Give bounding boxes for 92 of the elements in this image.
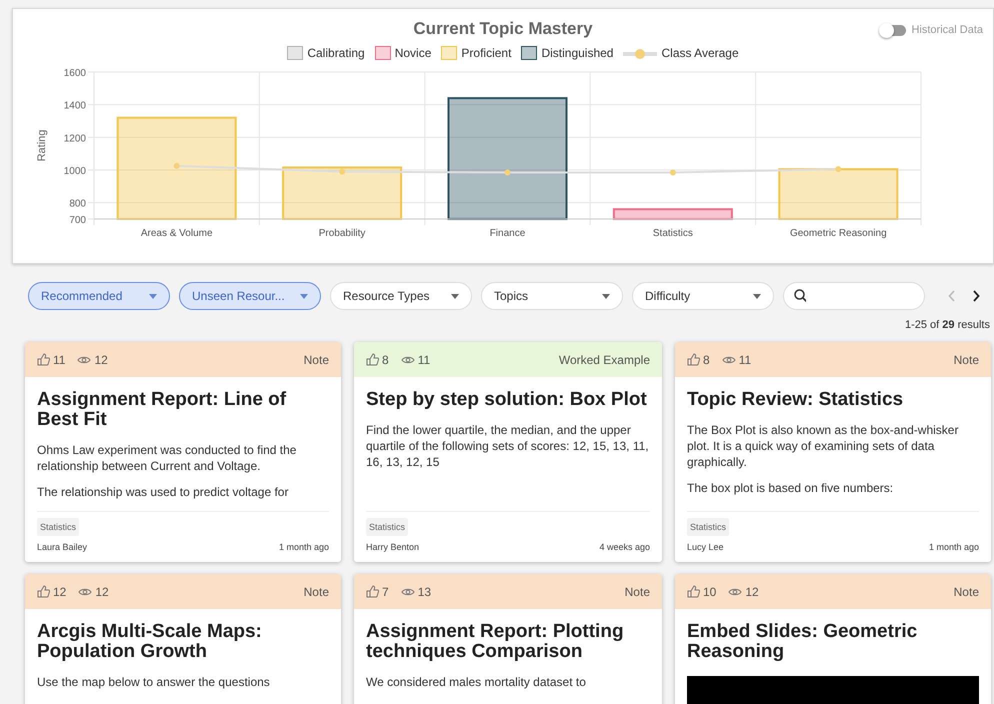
- filter-dropdown[interactable]: Recommended: [28, 282, 170, 310]
- resource-card[interactable]: [675, 342, 991, 562]
- average-point: [339, 168, 346, 175]
- eye-icon: [400, 586, 415, 596]
- x-tick-label: Geometric Reasoning: [790, 228, 887, 239]
- like-count: 11: [53, 352, 66, 366]
- posted-time: 1 month ago: [278, 542, 329, 552]
- resource-type: Note: [954, 352, 979, 366]
- topic-tag: Statistics: [37, 518, 80, 536]
- search-icon: [794, 289, 806, 303]
- y-tick-label: 1000: [64, 166, 86, 177]
- average-point: [835, 166, 842, 172]
- thumbs-up-icon: [366, 585, 379, 598]
- chart-title: Current Topic Mastery: [413, 18, 593, 39]
- card-description: The box plot is based on five numbers:: [687, 480, 894, 496]
- thumbs-up-icon: [687, 585, 700, 598]
- search-field[interactable]: [783, 282, 925, 310]
- card-title[interactable]: Embed Slides: Geometric Reasoning: [687, 622, 979, 662]
- resource-card[interactable]: 7 13 Note Assignment Report: Plotting techniques Comparison We considered males mortality dataset to: [354, 574, 662, 704]
- legend-label[interactable]: Proficient: [461, 46, 512, 60]
- card-description: Find the lower quartile, the median, and the upper quartile of the following sets of scores: 12, 15, 13, 11, 16, 13, 12, 15: [366, 422, 650, 470]
- x-tick-label: Areas & Volume: [140, 228, 213, 239]
- card-title[interactable]: Step by step solution: Box Plot: [366, 390, 650, 410]
- next-page-icon[interactable]: [972, 290, 980, 302]
- resource-type: Note: [954, 584, 979, 598]
- filter-dropdown[interactable]: Resource Types: [330, 282, 472, 310]
- resource-card[interactable]: 12 12 Note Arcgis Multi-Scale Maps: Population Growth Use the map below to answer the questions: [25, 574, 341, 704]
- resource-type: Note: [304, 584, 329, 598]
- card-title[interactable]: Assignment Report: Plotting techniques Comparison: [366, 622, 650, 662]
- card-description: We considered males mortality dataset to: [366, 674, 587, 690]
- average-point: [504, 169, 510, 176]
- resource-card[interactable]: [354, 342, 662, 562]
- resource-type: Worked Example: [558, 352, 650, 366]
- eye-icon: [400, 354, 415, 364]
- y-tick-label: 700: [69, 215, 86, 226]
- author-name: Laura Bailey: [37, 542, 88, 552]
- filter-dropdown[interactable]: Topics: [481, 282, 623, 310]
- resource-card[interactable]: [25, 342, 341, 562]
- eye-icon: [78, 586, 92, 596]
- like-count: 7: [382, 584, 389, 598]
- card-title[interactable]: Arcgis Multi-Scale Maps: Population Growth: [37, 622, 329, 662]
- author-name: Harry Benton: [366, 542, 420, 552]
- average-point: [670, 169, 676, 176]
- x-tick-label: Statistics: [652, 228, 693, 239]
- legend-label[interactable]: Class Average: [661, 46, 739, 60]
- average-point: [174, 162, 180, 169]
- resource-type: Note: [304, 352, 329, 366]
- y-axis-label: Rating: [36, 130, 48, 162]
- card-description: The relationship was used to predict voltage for: [37, 484, 290, 500]
- filter-dropdown[interactable]: Difficulty: [632, 282, 774, 310]
- thumbs-up-icon: [37, 585, 50, 598]
- y-tick-label: 1200: [64, 133, 86, 144]
- thumbs-up-icon: [366, 353, 379, 366]
- y-tick-label: 1600: [64, 68, 86, 79]
- historical-data-label: Historical Data: [911, 24, 983, 36]
- like-count: 8: [382, 352, 389, 366]
- card-title[interactable]: Topic Review: Statistics: [687, 390, 979, 410]
- view-count: 12: [745, 584, 759, 598]
- card-description: The Box Plot is also known as the box-and-whisker plot. It is a quick way of examining sets of data graphically.: [687, 422, 960, 470]
- eye-icon: [728, 586, 742, 596]
- y-tick-label: 1400: [64, 100, 86, 112]
- x-tick-label: Finance: [490, 228, 526, 239]
- legend-label[interactable]: Calibrating: [307, 46, 365, 60]
- filter-dropdown[interactable]: Unseen Resour...: [179, 282, 321, 310]
- thumbs-up-icon: [687, 353, 700, 366]
- view-count: 12: [94, 352, 108, 366]
- legend-label[interactable]: Distinguished: [541, 46, 614, 60]
- topic-tag: Statistics: [366, 518, 408, 536]
- topic-tag: Statistics: [687, 518, 730, 536]
- like-count: 12: [53, 584, 66, 598]
- view-count: 12: [95, 584, 109, 598]
- legend-label[interactable]: Novice: [394, 46, 432, 60]
- resource-card[interactable]: 10 12 Note Embed Slides: Geometric Reasoning: [675, 574, 991, 704]
- card-description: Use the map below to answer the questions: [37, 674, 271, 690]
- y-tick-label: 800: [69, 198, 86, 210]
- view-count: 11: [738, 352, 752, 366]
- posted-time: 1 month ago: [928, 542, 979, 552]
- posted-time: 4 weeks ago: [599, 542, 650, 552]
- card-title[interactable]: Assignment Report: Line of Best Fit: [37, 390, 329, 430]
- eye-icon: [722, 354, 736, 364]
- resource-type: Note: [624, 584, 650, 598]
- thumbs-up-icon: [37, 353, 50, 366]
- historical-data-toggle[interactable]: [880, 24, 906, 36]
- card-description: Ohms Law experiment was conducted to find the relationship between Current and Voltage.: [37, 442, 298, 474]
- view-count: 13: [418, 584, 432, 598]
- eye-icon: [77, 354, 92, 364]
- view-count: 11: [418, 352, 430, 366]
- author-name: Lucy Lee: [687, 542, 724, 552]
- results-count: 1-25 of 29 results: [904, 319, 990, 331]
- like-count: 8: [703, 352, 710, 366]
- like-count: 10: [703, 584, 716, 598]
- x-tick-label: Probability: [318, 228, 366, 239]
